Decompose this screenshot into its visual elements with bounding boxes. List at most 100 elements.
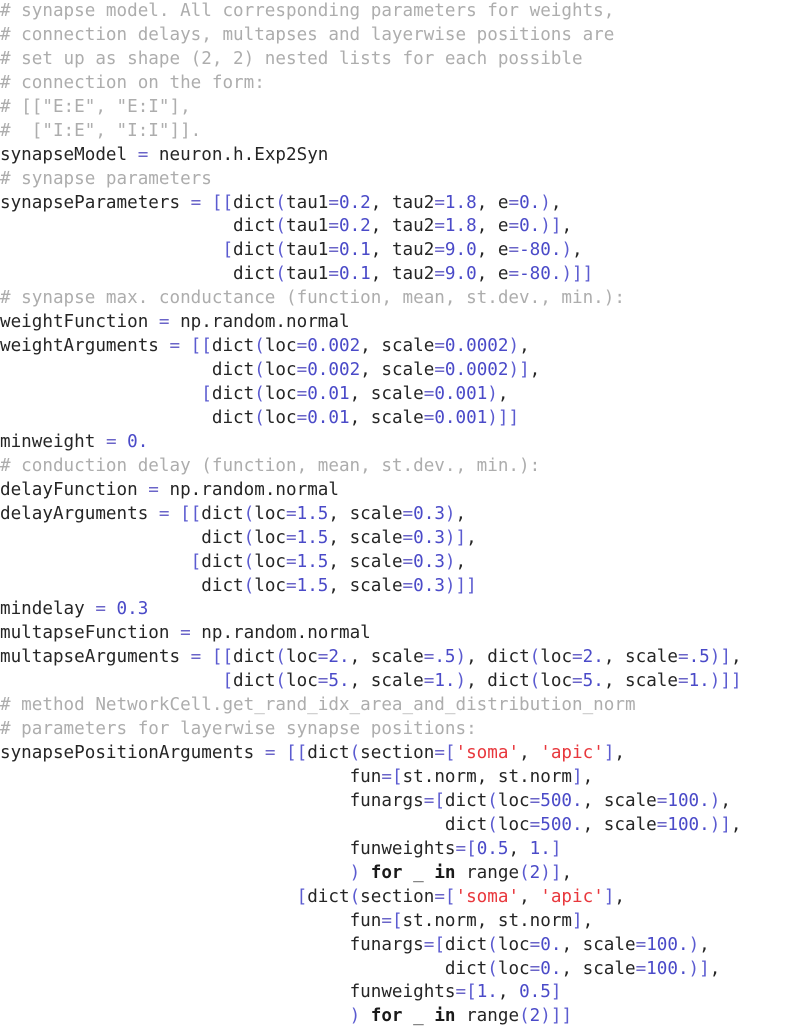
code-bracket: [ — [466, 982, 477, 1003]
code-name: funargs — [349, 790, 424, 811]
code-bracket: ) — [349, 1006, 361, 1027]
code-punct — [360, 863, 371, 883]
code-punct: , — [699, 934, 710, 955]
code-operator: = — [677, 647, 689, 668]
code-punct: . — [222, 144, 234, 165]
code-name: loc — [264, 336, 297, 357]
code-name: tau1 — [286, 216, 329, 237]
code-operator: = — [381, 910, 392, 931]
code-name: dict — [444, 814, 488, 835]
code-bracket: ] — [720, 814, 731, 835]
code-name: multapseFunction — [0, 623, 170, 644]
code-bracket: ] — [550, 982, 562, 1003]
code-operator: = — [423, 384, 435, 404]
code-line: # [["E:E", "E:I"], — [0, 96, 798, 120]
code-bracket: ) — [540, 192, 551, 213]
code-bracket: ) — [444, 551, 456, 572]
code-bracket: ] — [455, 527, 467, 548]
code-operator: = — [317, 671, 329, 692]
code-bracket: ( — [243, 503, 255, 524]
code-bracket: [ — [190, 336, 202, 357]
code-name: scale — [349, 503, 403, 524]
code-operator: = — [635, 958, 647, 979]
code-operator: = — [296, 360, 308, 381]
code-name: scale — [625, 671, 678, 692]
code-number: 0.3 — [413, 551, 445, 572]
code-name: range — [466, 1006, 520, 1027]
code-punct — [0, 887, 297, 907]
code-punct: . — [275, 312, 287, 333]
code-line: [dict(loc=1.5, scale=0.3), — [0, 551, 798, 575]
code-punct — [0, 815, 445, 835]
code-punct — [95, 432, 106, 452]
code-keyword: for — [370, 1006, 403, 1027]
code-line: synapsePositionArguments = [[dict(sectio… — [0, 742, 798, 766]
code-name: loc — [286, 671, 318, 692]
code-bracket: ) — [709, 647, 721, 668]
code-name: np — [180, 312, 202, 333]
code-punct: , — [519, 886, 541, 907]
code-bracket: ) — [444, 575, 456, 596]
code-name: h — [233, 144, 244, 165]
code-operator: = — [508, 216, 520, 237]
code-name: funargs — [349, 934, 424, 955]
code-punct: , — [720, 790, 731, 811]
code-bracket: ) — [709, 790, 721, 811]
code-operator: = — [402, 575, 414, 596]
code-name: weightArguments — [0, 336, 159, 357]
code-operator: = — [137, 144, 149, 165]
code-punct: . — [519, 910, 530, 931]
code-bracket: ] — [582, 264, 594, 285]
code-name: scale — [381, 336, 435, 357]
code-operator: = — [455, 838, 467, 859]
code-line: dict(loc=0., scale=100.)], — [0, 958, 798, 982]
code-number: 0.3 — [116, 599, 149, 620]
code-name: scale — [349, 551, 403, 572]
code-name: _ — [413, 1006, 424, 1027]
code-line: # set up as shape (2, 2) nested lists fo… — [0, 48, 798, 72]
code-number: 1.5 — [296, 527, 329, 548]
code-number: 0.0002 — [444, 360, 509, 381]
code-line: [dict(loc=5., scale=1.), dict(loc=5., sc… — [0, 670, 798, 694]
code-name: tau2 — [391, 264, 435, 285]
code-bracket: [ — [391, 767, 403, 787]
code-punct: , — [349, 671, 371, 692]
code-string: 'apic' — [540, 886, 604, 907]
code-punct — [0, 935, 350, 955]
code-name: tau1 — [286, 264, 329, 285]
code-name: synapseParameters — [0, 192, 181, 213]
code-line: fun=[st.norm, st.norm], — [0, 766, 798, 790]
code-bracket: ] — [572, 767, 583, 787]
code-name: tau2 — [391, 192, 435, 213]
code-name: scale — [370, 384, 424, 404]
code-punct: , — [476, 240, 498, 261]
code-bracket: ] — [466, 575, 477, 596]
code-name: dict — [211, 336, 255, 357]
code-name: delayFunction — [0, 479, 138, 500]
code-name: e — [497, 192, 509, 213]
code-punct: , — [603, 647, 626, 668]
code-keyword: in — [434, 1006, 456, 1027]
code-name: delayArguments — [0, 503, 149, 524]
code-operator: = — [529, 958, 541, 979]
code-punct — [0, 911, 350, 931]
code-punct: , — [582, 910, 594, 931]
code-bracket: ) — [709, 814, 721, 835]
code-name: e — [497, 240, 509, 261]
code-name: tau2 — [391, 216, 435, 237]
code-operator: = — [656, 814, 668, 835]
code-name: dict — [211, 360, 255, 381]
code-bracket: ) — [561, 264, 573, 285]
code-punct: , — [476, 192, 498, 213]
code-punct — [0, 552, 191, 572]
code-name: multapseArguments — [0, 647, 181, 668]
code-punct — [0, 216, 233, 236]
code-name: synapsePositionArguments — [0, 743, 255, 764]
code-operator: = — [190, 192, 202, 213]
code-comment: # connection on the form: — [0, 72, 265, 93]
code-punct: , — [582, 767, 594, 787]
code-name: tau1 — [286, 192, 329, 213]
code-punct — [169, 312, 180, 332]
code-punct — [403, 1006, 414, 1026]
code-punct — [201, 193, 212, 213]
